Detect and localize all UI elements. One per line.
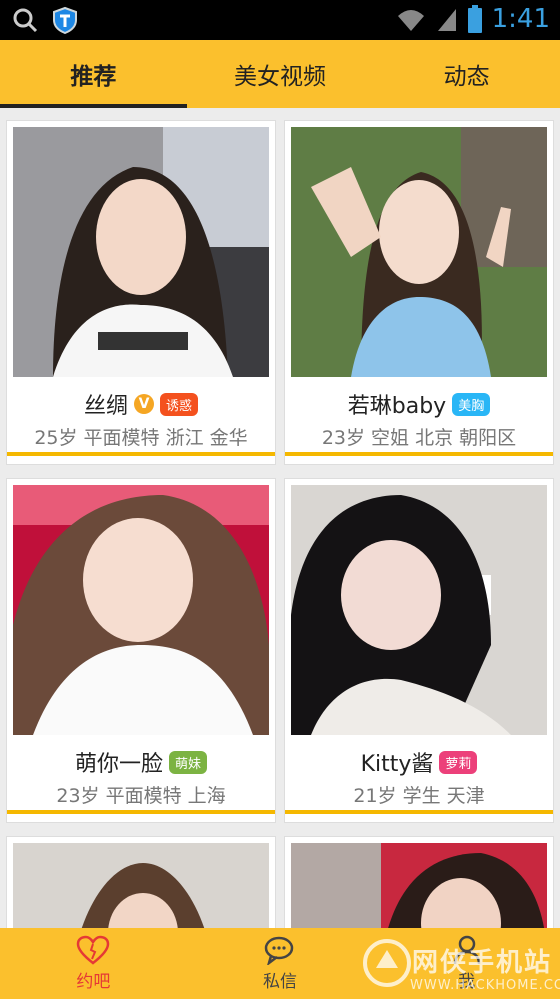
card-underline xyxy=(7,452,275,456)
tab-recommend[interactable]: 推荐 xyxy=(0,40,187,108)
battery-icon xyxy=(467,5,482,33)
profile-photo xyxy=(291,485,547,735)
profile-tag: 诱惑 xyxy=(160,392,199,416)
site-watermark: 网侠手机站 WWW.HACKHOME.COM xyxy=(360,930,560,999)
profile-photo xyxy=(291,843,547,928)
profile-info: 23岁 平面模特 上海 xyxy=(56,785,226,807)
profile-name: 若琳baby xyxy=(347,394,447,419)
clock-time: 1:41 xyxy=(491,4,550,34)
card-underline xyxy=(285,810,553,814)
status-bar: 1:41 xyxy=(0,0,560,40)
profile-card[interactable]: Kitty酱 萝莉 21岁 学生 天津 xyxy=(284,478,554,823)
profile-photo xyxy=(13,843,269,928)
chat-bubble-icon xyxy=(264,936,294,965)
profile-name: 萌你一脸 xyxy=(74,752,163,777)
tab-moments[interactable]: 动态 xyxy=(373,40,560,108)
profile-name: 丝绸 xyxy=(83,394,128,419)
card-underline xyxy=(7,810,275,814)
heart-icon xyxy=(77,935,110,965)
profile-name: Kitty酱 xyxy=(360,752,434,777)
signal-icon xyxy=(437,9,456,31)
nav-label: 私信 xyxy=(263,972,297,992)
profile-photo xyxy=(13,485,269,735)
profile-feed[interactable]: 丝绸 V 诱惑 25岁 平面模特 浙江 金华 若琳baby 美胸 23岁 空姐 … xyxy=(0,110,560,928)
profile-photo xyxy=(291,127,547,377)
profile-photo xyxy=(13,127,269,377)
profile-card[interactable] xyxy=(284,836,554,928)
watermark-logo-icon xyxy=(363,939,411,987)
nav-item-date[interactable]: 约吧 xyxy=(0,928,187,999)
verified-badge-icon: V xyxy=(134,394,154,414)
nav-label: 约吧 xyxy=(76,972,111,992)
search-icon xyxy=(13,8,38,33)
profile-card[interactable] xyxy=(6,836,276,928)
profile-tag: 美胸 xyxy=(452,392,491,416)
profile-info: 23岁 空姐 北京 朝阳区 xyxy=(321,427,517,449)
tab-beauty-videos[interactable]: 美女视频 xyxy=(187,40,374,108)
top-tab-bar: 推荐 美女视频 动态 xyxy=(0,40,560,108)
nav-item-messages[interactable]: 私信 xyxy=(187,928,374,999)
profile-card[interactable]: 萌你一脸 萌妹 23岁 平面模特 上海 xyxy=(6,478,276,823)
shield-icon xyxy=(53,6,77,34)
profile-card[interactable]: 丝绸 V 诱惑 25岁 平面模特 浙江 金华 xyxy=(6,120,276,465)
profile-info: 25岁 平面模特 浙江 金华 xyxy=(34,427,248,449)
card-underline xyxy=(285,452,553,456)
profile-info: 21岁 学生 天津 xyxy=(353,785,485,807)
profile-tag: 萌妹 xyxy=(169,750,208,774)
watermark-url: WWW.HACKHOME.COM xyxy=(410,978,560,993)
profile-card[interactable]: 若琳baby 美胸 23岁 空姐 北京 朝阳区 xyxy=(284,120,554,465)
profile-tag: 萝莉 xyxy=(439,750,478,774)
wifi-icon xyxy=(397,10,424,31)
watermark-text: 网侠手机站 xyxy=(412,948,553,978)
